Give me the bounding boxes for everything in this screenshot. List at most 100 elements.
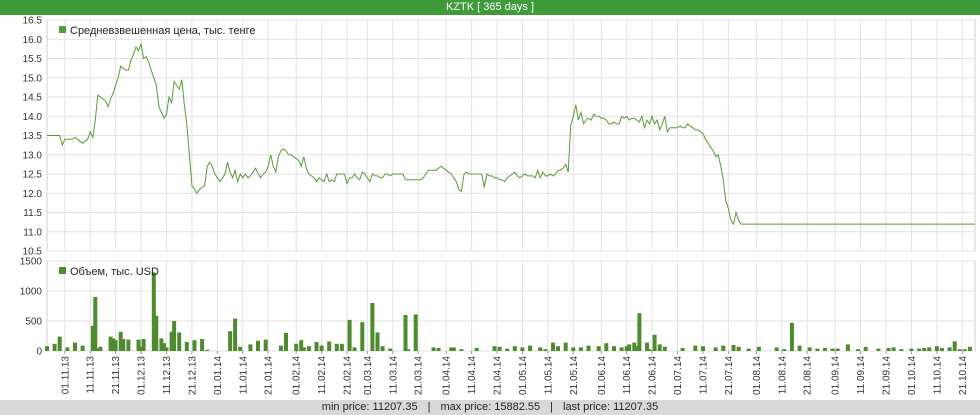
volume-bar — [797, 345, 802, 351]
volume-bar — [113, 340, 118, 351]
price-legend-swatch — [59, 26, 66, 33]
volume-bar — [512, 346, 517, 351]
x-tick-label: 21.11.13 — [111, 356, 122, 395]
volume-bar — [200, 339, 205, 351]
y-tick-label: 500 — [25, 317, 42, 328]
max-price: max price: 15882.55 — [440, 401, 541, 413]
volume-bar — [339, 343, 344, 351]
price-legend-label: Средневзвешенная цена, тыс. тенге — [70, 25, 256, 37]
x-tick-label: 21.07.14 — [724, 356, 735, 395]
y-tick-label: 14.0 — [23, 112, 43, 123]
volume-bar — [586, 345, 591, 351]
volume-bar — [662, 346, 667, 351]
volume-bar — [238, 346, 243, 351]
volume-bar — [939, 348, 944, 351]
volume-bar — [370, 303, 375, 351]
volume-bar — [154, 315, 159, 351]
volume-bar — [184, 342, 189, 351]
volume-bar — [347, 319, 352, 351]
price-summary-bar: min price: 11207.35 | max price: 15882.55 |… — [0, 400, 980, 415]
chart-area: 16.5 16.0 15.5 15.0 14.5 14.0 13.5 13.0 12.5 12.0… — [20, 16, 976, 395]
volume-bar — [505, 348, 510, 351]
y-tick-label: 16.0 — [23, 35, 43, 46]
y-tick-label: 13.0 — [23, 150, 43, 161]
volume-bar — [934, 346, 939, 351]
x-tick-label: 21.12.13 — [187, 356, 198, 395]
volume-bar — [957, 349, 962, 351]
y-tick-label: 15.0 — [23, 73, 43, 84]
volume-plot-area — [46, 260, 976, 352]
volume-bar — [121, 339, 126, 351]
x-tick-label: 01.06.14 — [597, 356, 608, 395]
y-tick-label: 16.5 — [23, 16, 43, 27]
volume-bar — [388, 348, 393, 351]
volume-bar — [73, 342, 77, 351]
volume-bar — [815, 348, 820, 351]
x-tick-label: 11.09.14 — [856, 356, 867, 395]
volume-bar — [228, 331, 233, 351]
volume-bar — [126, 339, 131, 351]
volume-bar — [278, 345, 283, 351]
volume-bar — [863, 346, 868, 351]
x-tick-label: 01.09.14 — [831, 356, 842, 395]
volume-bar — [647, 349, 652, 351]
x-tick-label: 21.09.14 — [882, 356, 893, 395]
y-tick-label: 0 — [36, 347, 42, 358]
x-tick-label: 11.08.14 — [777, 356, 788, 395]
x-tick-label: 01.08.14 — [752, 356, 763, 395]
volume-bar — [612, 346, 616, 351]
volume-bar — [713, 347, 718, 351]
volume-bar — [141, 339, 146, 351]
separator: | — [427, 401, 431, 413]
volume-bar — [891, 347, 896, 351]
volume-bar — [80, 345, 85, 351]
volume-bar — [917, 348, 922, 351]
volume-bar — [721, 345, 726, 351]
y-tick-label: 12.5 — [23, 170, 43, 181]
x-tick-label: 11.02.14 — [317, 356, 328, 395]
volume-bar — [736, 346, 741, 351]
volume-bar — [909, 348, 914, 351]
volume-bar — [693, 345, 698, 351]
volume-bar — [256, 340, 260, 351]
y-tick-label: 1500 — [20, 257, 43, 268]
x-tick-label: 11.01.14 — [238, 356, 249, 395]
volume-bar — [406, 349, 410, 351]
volume-bar — [334, 343, 339, 351]
volume-bar — [65, 347, 70, 351]
volume-bar — [947, 347, 952, 351]
x-tick-label: 21.02.14 — [343, 356, 354, 395]
volume-bar — [459, 349, 464, 351]
volume-bar — [248, 344, 253, 351]
y-tick-label: 12.0 — [23, 189, 43, 200]
volume-bar — [352, 347, 357, 351]
volume-bar — [98, 346, 103, 351]
volume-bar — [782, 349, 787, 351]
x-tick-label: 21.03.14 — [414, 356, 425, 395]
volume-bar — [413, 314, 418, 351]
x-tick-label: 11.04.14 — [467, 356, 478, 395]
volume-bar — [899, 349, 904, 351]
volume-bar — [375, 332, 380, 351]
volume-bar — [886, 348, 891, 351]
volume-bar — [431, 347, 436, 351]
volume-bar — [845, 344, 850, 351]
volume-bar — [192, 340, 197, 351]
x-tick-label: 01.11.13 — [60, 356, 71, 395]
volume-bar — [856, 349, 860, 351]
x-tick-label: 21.08.14 — [803, 356, 814, 395]
x-tick-label: 01.07.14 — [673, 356, 684, 395]
x-tick-label: 11.10.14 — [932, 356, 943, 395]
volume-bar — [619, 347, 624, 351]
x-tick-label: 01.01.14 — [213, 356, 224, 395]
volume-bar — [807, 347, 812, 351]
x-tick-label: 11.11.13 — [86, 356, 97, 394]
volume-bar — [551, 342, 555, 351]
volume-bar — [205, 349, 210, 351]
volume-bar — [538, 347, 543, 351]
volume-bar — [301, 347, 306, 351]
y-tick-label: 14.5 — [23, 93, 43, 104]
volume-bar — [57, 336, 62, 351]
volume-bar — [327, 341, 332, 351]
volume-legend-label: Объем, тыс. USD — [70, 266, 159, 278]
